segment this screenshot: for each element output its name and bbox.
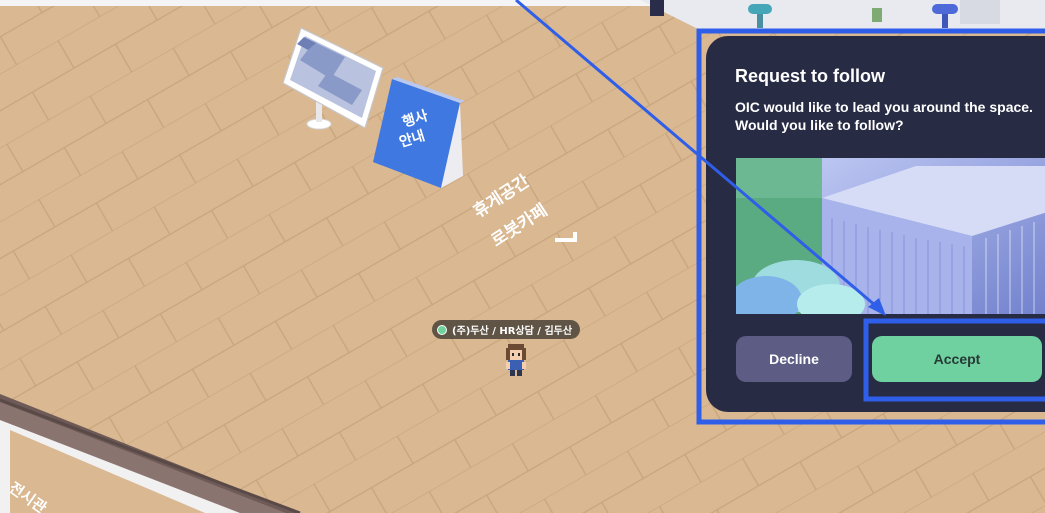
dialog-message: OIC would like to lead you around the sp… — [735, 98, 1045, 134]
player-name: (주)두산 / HR상담 / 김두산 — [452, 326, 573, 337]
accept-button[interactable]: Accept — [872, 336, 1042, 382]
stool-1-leg — [757, 14, 763, 28]
dialog-title: Request to follow — [735, 66, 885, 86]
decline-button[interactable]: Decline — [736, 336, 852, 382]
online-status-dot — [437, 324, 447, 335]
stool-1 — [748, 4, 772, 14]
building-illustration — [736, 158, 1045, 314]
dialog-message-line-1: OIC would like to lead you around the sp… — [735, 99, 1033, 115]
plant — [872, 8, 882, 22]
dialog-message-line-2: Would you like to follow? — [735, 117, 904, 133]
game-viewport[interactable]: 전시관 행사 안내 휴게공간 로봇카페 (주)두산 / HR상담 / 김두산 R… — [0, 0, 1045, 513]
follow-request-dialog: Request to follow OIC would like to lead… — [706, 36, 1045, 412]
cabinet — [960, 0, 1000, 24]
player-name-tag: (주)두산 / HR상담 / 김두산 — [432, 320, 581, 339]
stool-2-leg — [942, 14, 948, 28]
stool-2 — [932, 4, 958, 14]
room-furniture — [650, 0, 664, 16]
